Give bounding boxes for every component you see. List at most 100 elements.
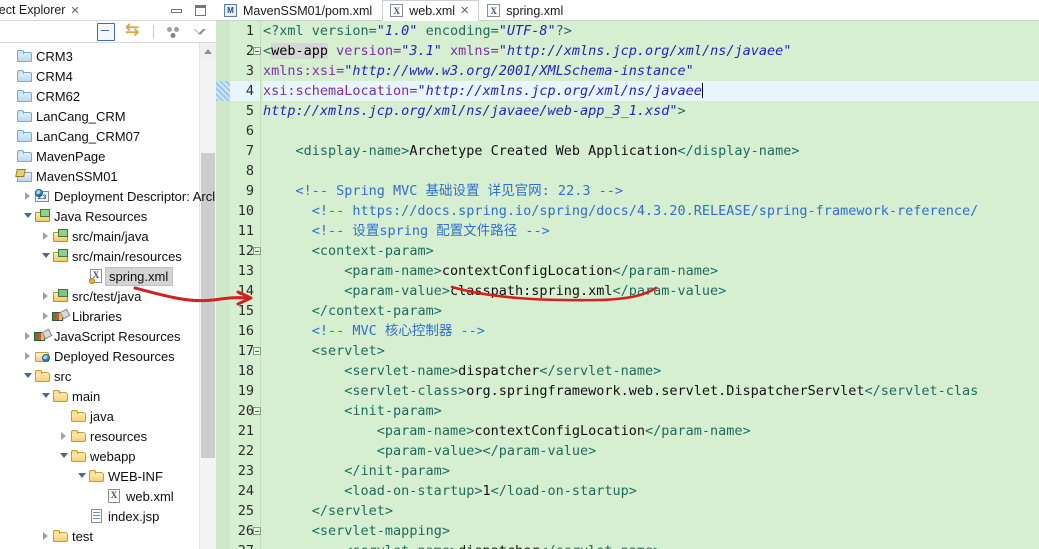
chevron-right-icon[interactable] <box>21 326 34 346</box>
tree-item-crm4[interactable]: CRM4 <box>0 66 216 86</box>
tree-item-resources[interactable]: resources <box>0 426 216 446</box>
fold-collapse-icon[interactable] <box>253 247 261 255</box>
code-line[interactable]: <param-value>classpath:spring.xml</param… <box>263 281 1039 301</box>
tree-item-src[interactable]: src <box>0 366 216 386</box>
folder-blue-icon <box>16 66 34 86</box>
tree-item-javascript-resources[interactable]: JavaScript Resources <box>0 326 216 346</box>
xml-file-icon <box>88 266 106 286</box>
code-line[interactable]: <param-value></param-value> <box>263 441 1039 461</box>
editor-body[interactable]: 1 2 3 4 5 6 7 8 9 10 11 12 13 14 15 16 17 18 19 20 21 22 23 24 2… <box>216 21 1039 549</box>
chevron-right-icon[interactable] <box>21 186 34 206</box>
minimize-icon[interactable] <box>170 4 183 17</box>
tree-item-test[interactable]: test <box>0 526 216 546</box>
icon-shape <box>53 289 68 302</box>
code-line[interactable]: xmlns:xsi="http://www.w3.org/2001/XMLSch… <box>263 61 1039 81</box>
tab-project-explorer[interactable]: ject Explorer ✕ <box>0 1 86 20</box>
code-token: </param-value> <box>612 283 727 299</box>
libraries-icon <box>52 306 70 326</box>
code-pane[interactable]: <?xml version="1.0" encoding="UTF-8"?> <w… <box>261 21 1039 549</box>
tree-item-lancang-crm07[interactable]: LanCang_CRM07 <box>0 126 216 146</box>
tree-item-web-xml[interactable]: web.xml <box>0 486 216 506</box>
code-line[interactable]: <?xml version="1.0" encoding="UTF-8"?> <box>263 21 1039 41</box>
code-token: </load-on-startup> <box>490 483 637 499</box>
code-line[interactable]: </servlet> <box>263 501 1039 521</box>
tree-item-deployment-descriptor-arcl[interactable]: Deployment Descriptor: Arcl <box>0 186 216 206</box>
chevron-down-icon[interactable] <box>39 246 52 266</box>
toolbar-separator <box>153 25 154 38</box>
code-line[interactable]: <servlet-mapping> <box>263 521 1039 541</box>
code-line[interactable]: <init-param> <box>263 401 1039 421</box>
chevron-right-icon[interactable] <box>39 526 52 546</box>
code-line[interactable]: </context-param> <box>263 301 1039 321</box>
code-token: <display-name> <box>295 143 410 159</box>
chevron-right-icon[interactable] <box>39 226 52 246</box>
chevron-down-icon[interactable] <box>21 366 34 386</box>
focus-on-active-task-icon[interactable] <box>165 24 181 40</box>
code-line[interactable]: <!-- Spring MVC 基础设置 详见官网: 22.3 --> <box>263 181 1039 201</box>
editor-tab-mavenssm01-pom-xml[interactable]: MavenSSM01/pom.xml <box>216 0 382 20</box>
code-line[interactable]: <display-name>Archetype Created Web Appl… <box>263 141 1039 161</box>
code-line[interactable]: </init-param> <box>263 461 1039 481</box>
chevron-down-icon[interactable] <box>21 206 34 226</box>
code-line[interactable]: <param-name>contextConfigLocation</param… <box>263 421 1039 441</box>
tree-item-crm62[interactable]: CRM62 <box>0 86 216 106</box>
tree-item-java-resources[interactable]: Java Resources <box>0 206 216 226</box>
code-line[interactable]: <!-- 设置spring 配置文件路径 --> <box>263 221 1039 241</box>
maximize-icon[interactable] <box>194 4 207 17</box>
close-icon[interactable]: ✕ <box>70 5 79 16</box>
folder-yellow-icon <box>70 446 88 466</box>
link-with-editor-icon[interactable] <box>125 20 142 40</box>
fold-collapse-icon[interactable] <box>253 407 261 415</box>
code-line[interactable]: <servlet-class>org.springframework.web.s… <box>263 381 1039 401</box>
code-line[interactable]: <context-param> <box>263 241 1039 261</box>
line-number: 13 <box>237 263 254 279</box>
code-line[interactable]: http://xmlns.jcp.org/xml/ns/javaee/web-a… <box>263 101 1039 121</box>
tree-item-libraries[interactable]: Libraries <box>0 306 216 326</box>
tree-item-mavenpage[interactable]: MavenPage <box>0 146 216 166</box>
tree-item-src-main-java[interactable]: src/main/java <box>0 226 216 246</box>
chevron-right-icon[interactable] <box>39 306 52 326</box>
code-line[interactable]: <!-- MVC 核心控制器 --> <box>263 321 1039 341</box>
tree-item-src-main-resources[interactable]: src/main/resources <box>0 246 216 266</box>
project-tree[interactable]: CRM3 CRM4 CRM62 LanCang_CRM LanCang_CRM07 Mav… <box>0 43 216 549</box>
code-line[interactable]: <servlet-name>dispatcher</servlet-name> <box>263 541 1039 549</box>
editor-tab-spring-xml[interactable]: spring.xml <box>479 0 573 20</box>
close-icon[interactable]: ✕ <box>460 4 469 17</box>
collapse-all-icon[interactable] <box>97 22 115 41</box>
chevron-right-icon[interactable] <box>39 286 52 306</box>
tree-item-crm3[interactable]: CRM3 <box>0 46 216 66</box>
code-line[interactable]: <param-name>contextConfigLocation</param… <box>263 261 1039 281</box>
tree-item-spring-xml[interactable]: spring.xml <box>0 266 216 286</box>
chevron-down-icon[interactable] <box>39 386 52 406</box>
chevron-down-icon[interactable] <box>75 466 88 486</box>
code-line[interactable]: <!-- https://docs.spring.io/spring/docs/… <box>263 201 1039 221</box>
chevron-down-icon[interactable] <box>57 446 70 466</box>
code-line[interactable] <box>263 161 1039 181</box>
fold-collapse-icon[interactable] <box>253 347 261 355</box>
tree-item-main[interactable]: main <box>0 386 216 406</box>
code-line[interactable]: <web-app version="3.1" xmlns="http://xml… <box>263 41 1039 61</box>
code-line[interactable] <box>263 121 1039 141</box>
editor-tab-web-xml[interactable]: web.xml ✕ <box>382 0 480 21</box>
chevron-right-icon[interactable] <box>57 426 70 446</box>
code-line[interactable]: xsi:schemaLocation="http://xmlns.jcp.org… <box>263 81 1039 101</box>
code-line[interactable]: <load-on-startup>1</load-on-startup> <box>263 481 1039 501</box>
tree-item-index-jsp[interactable]: index.jsp <box>0 506 216 526</box>
chevron-right-icon[interactable] <box>21 346 34 366</box>
fold-collapse-icon[interactable] <box>253 527 261 535</box>
view-menu-icon[interactable] <box>192 24 208 40</box>
tree-item-mavenssm01[interactable]: MavenSSM01 <box>0 166 216 186</box>
code-line[interactable]: <servlet> <box>263 341 1039 361</box>
tree-item-java[interactable]: java <box>0 406 216 426</box>
fold-collapse-icon[interactable] <box>253 47 261 55</box>
tree-item-src-test-java[interactable]: src/test/java <box>0 286 216 306</box>
tree-item-webapp[interactable]: webapp <box>0 446 216 466</box>
code-line[interactable]: <servlet-name>dispatcher</servlet-name> <box>263 361 1039 381</box>
folder-blue-icon <box>16 126 34 146</box>
tree-item-lancang-crm[interactable]: LanCang_CRM <box>0 106 216 126</box>
tree-item-deployed-resources[interactable]: Deployed Resources <box>0 346 216 366</box>
tree-item-web-inf[interactable]: WEB-INF <box>0 466 216 486</box>
